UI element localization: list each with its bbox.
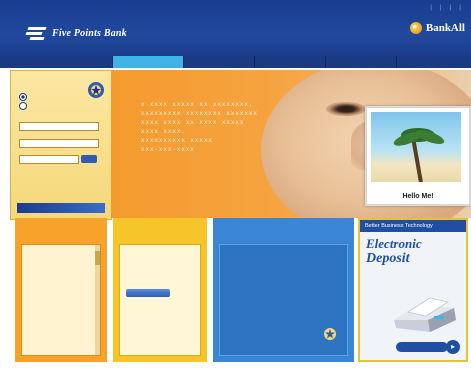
ad-title-line-1: Electronic: [366, 236, 422, 251]
hero-banner[interactable]: X XXXX XXXXX XX XXXXXXXX. XXXXXXXXX XXXX…: [111, 70, 471, 218]
hero-eye: [326, 102, 366, 116]
resources-box: [119, 244, 201, 356]
tab-mortgage[interactable]: [254, 56, 325, 68]
hero-message: X XXXX XXXXX XX XXXXXXXX. XXXXXXXXX XXXX…: [141, 100, 321, 154]
ad-header: Better Business Technology: [360, 220, 466, 232]
divider: |: [430, 4, 432, 11]
welcome-scroll-box[interactable]: [21, 244, 101, 356]
hello-me-caption: Hello Me!: [402, 193, 434, 200]
beach-photo: [371, 112, 461, 182]
electronic-deposit-ad[interactable]: Better Business Technology Electronic De…: [358, 218, 468, 362]
promo-strip: [17, 203, 105, 213]
tab-personal[interactable]: [112, 56, 183, 68]
five-points-logo-icon: [25, 26, 48, 40]
bank-logo[interactable]: Five Points Bank: [25, 26, 127, 40]
top-links: | | | |: [426, 4, 465, 11]
partner-name: BankAll: [425, 22, 465, 34]
arrow-right-icon[interactable]: ▸: [446, 340, 460, 354]
divider: |: [439, 4, 442, 11]
page: | | | | Five Points Bank BankAll X XXXX …: [0, 0, 471, 369]
bankall-icon: [409, 22, 422, 34]
hello-me-card[interactable]: Hello Me!: [365, 106, 471, 206]
tab-resources-tools[interactable]: [396, 56, 466, 68]
seal-icon: [324, 328, 336, 340]
welcome-scrollbar[interactable]: [95, 245, 100, 355]
site-header: | | | | Five Points Bank BankAll: [0, 0, 471, 56]
tab-business[interactable]: [183, 56, 254, 68]
main-nav: [0, 56, 471, 68]
resources-button[interactable]: [126, 289, 170, 297]
ad-cta-button[interactable]: [396, 342, 448, 352]
partner-logo[interactable]: BankAll: [409, 22, 465, 34]
check-scanner-image: [394, 297, 456, 332]
hero-line: XXXXXXXXX XXXXXXXX XXXXXXX: [141, 110, 259, 117]
login-go-button[interactable]: [81, 155, 97, 163]
welcome-panel: [15, 218, 107, 362]
brand-name: Five Points Bank: [52, 27, 127, 39]
hero-line: XXX-XXX-XXXX: [141, 146, 196, 153]
tab-trust-services[interactable]: [325, 56, 396, 68]
login-promo[interactable]: [17, 175, 105, 213]
radio-business[interactable]: [19, 102, 27, 110]
security-question-input[interactable]: [19, 139, 99, 148]
internet-banking-login: [10, 70, 112, 220]
resources-panel: [113, 218, 207, 362]
footer-line: [0, 363, 471, 369]
hero-line: X XXXX XXXXX XX XXXXXXXX.: [141, 101, 254, 108]
radio-personal[interactable]: [19, 93, 27, 101]
services-panel: [213, 218, 354, 362]
hero-line: XXXX XXXX XX XXXX XXXXX: [141, 119, 245, 126]
login-radio-row-1: [19, 93, 30, 101]
divider: |: [449, 4, 452, 11]
access-id-input[interactable]: [19, 122, 99, 131]
password-input[interactable]: [19, 155, 79, 164]
hero-line: XXXXXXXXXX XXXXX: [141, 137, 214, 144]
hero-line: XXXX XXXX.: [141, 128, 187, 135]
services-box: [219, 244, 348, 356]
ad-title-line-2: Deposit: [366, 251, 410, 266]
login-radio-row-2: [19, 102, 30, 110]
security-badge-icon: [88, 82, 104, 98]
divider: |: [459, 4, 461, 11]
